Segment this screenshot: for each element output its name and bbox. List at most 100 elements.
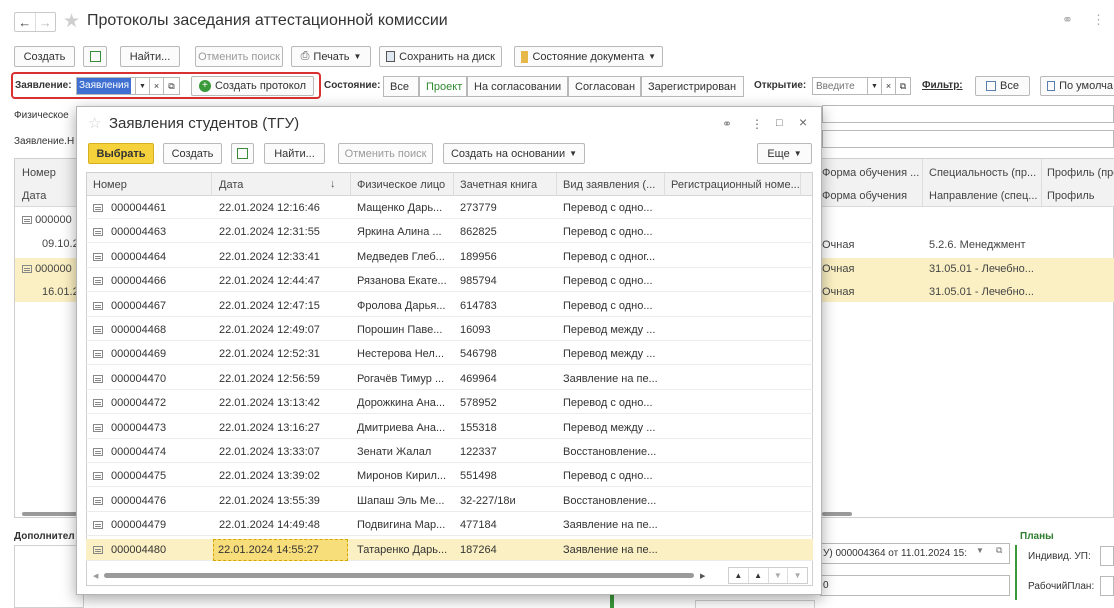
dialog-maximize-icon[interactable]: □ [776, 117, 783, 129]
create-button[interactable]: Создать [14, 46, 75, 67]
dialog-cell-date: 22.01.2024 13:39:02 [219, 470, 320, 483]
dialog-cell-date: 22.01.2024 13:55:39 [219, 494, 320, 507]
dialog-star-icon[interactable]: ☆ [88, 114, 101, 132]
dialog-row[interactable]: 000004474 22.01.2024 13:33:07 Зенати Жалал… [86, 441, 813, 463]
open-dropdown-button[interactable]: ▼ [868, 77, 882, 95]
create-based-button[interactable]: Создать на основании ▼ [443, 143, 585, 164]
dialog-copy-button[interactable] [231, 143, 254, 164]
filter-icon [986, 81, 997, 91]
col-regnum[interactable]: Регистрационный номе... [671, 179, 800, 191]
bg-header-form: Форма обучения ... [822, 167, 920, 179]
bg-header-number: Номер [22, 167, 56, 179]
dialog-hscrollbar[interactable] [104, 573, 694, 578]
doc-state-button[interactable]: Состояние документа ▼ [514, 46, 663, 67]
dialog-cell-type: Заявление на пе... [563, 519, 658, 532]
dialog-row[interactable]: 000004464 22.01.2024 12:33:41 Медведев Гле… [86, 246, 813, 268]
filter-all-button[interactable]: Все [975, 76, 1030, 96]
dialog-cell-person: Рязанова Екате... [357, 275, 447, 288]
state-project[interactable]: Проект [419, 76, 467, 97]
col-number[interactable]: Номер [93, 179, 127, 191]
copy-icon-button[interactable] [83, 46, 107, 67]
col-book[interactable]: Зачетная книга [460, 179, 537, 191]
bg-scrollbar[interactable] [22, 512, 82, 516]
back-button[interactable]: ← [15, 13, 36, 31]
doc-ref-dropdown[interactable]: ▼ [976, 546, 984, 555]
dialog-cell-person: Нестерова Нел... [357, 348, 445, 361]
dialog-row[interactable]: 000004463 22.01.2024 12:31:55 Яркина Алина… [86, 221, 813, 244]
dialog-row[interactable]: 000004468 22.01.2024 12:49:07 Порошин Паве… [86, 319, 813, 341]
dropdown-button[interactable]: ▼ [136, 77, 150, 95]
dialog-cancel-search-button[interactable]: Отменить поиск [338, 143, 433, 164]
dialog-row[interactable]: 000004469 22.01.2024 12:52:31 Нестерова Не… [86, 343, 813, 366]
dialog-cell-number: 000004469 [93, 343, 166, 365]
dialog-row[interactable]: 000004472 22.01.2024 13:13:42 Дорожкина Ан… [86, 392, 813, 415]
state-approved[interactable]: Согласован [568, 76, 641, 97]
doc-ref-link[interactable]: ⧉ [996, 545, 1002, 556]
dialog-row[interactable]: 000004470 22.01.2024 12:56:59 Рогачёв Тиму… [86, 368, 813, 390]
dialog-row[interactable]: 000004461 22.01.2024 12:16:46 Мащенко Дарь… [86, 197, 813, 219]
plans-work-field[interactable] [1100, 576, 1114, 596]
plans-ind-field[interactable] [1100, 546, 1114, 566]
state-label: Состояние: [324, 80, 381, 91]
filter-default-button[interactable]: По умолча [1040, 76, 1114, 96]
dialog-close-icon[interactable]: × [799, 114, 807, 130]
dialog-cell-person: Дорожкина Ана... [357, 397, 446, 410]
dialog-row[interactable]: 000004476 22.01.2024 13:55:39 Шапаш Эль Ме… [86, 490, 813, 512]
bg-input-right-2[interactable] [822, 130, 1114, 148]
bg-input-right-1[interactable] [822, 105, 1114, 123]
open-clear-button[interactable]: × [882, 77, 896, 95]
field-two[interactable]: 0 [820, 575, 1010, 596]
dialog-find-button[interactable]: Найти... [264, 143, 325, 164]
find-button[interactable]: Найти... [120, 46, 180, 67]
save-disk-button[interactable]: Сохранить на диск [379, 46, 502, 67]
forward-button[interactable]: → [36, 13, 56, 31]
link-icon[interactable]: ⚭ [1062, 12, 1073, 28]
select-button[interactable]: Выбрать [88, 143, 154, 164]
state-all[interactable]: Все [383, 76, 419, 97]
print-button[interactable]: ⎙ Печать ▼ [291, 46, 371, 67]
filter-label[interactable]: Фильтр: [922, 80, 963, 91]
favorite-star-icon[interactable]: ★ [63, 10, 80, 33]
document-row-icon [93, 301, 103, 310]
dialog-row[interactable]: 000004479 22.01.2024 14:49:48 Подвигина Ма… [86, 514, 813, 537]
dialog-scroll-right[interactable]: ▶ [700, 572, 705, 580]
dialog-row[interactable]: 000004467 22.01.2024 12:47:15 Фролова Дарь… [86, 295, 813, 317]
open-input[interactable] [812, 77, 868, 95]
bg-row-2-date: 16.01.2 [42, 286, 79, 298]
col-type[interactable]: Вид заявления (... [563, 179, 655, 191]
clear-button[interactable]: × [150, 77, 164, 95]
dialog-row[interactable]: 000004475 22.01.2024 13:39:02 Миронов Кири… [86, 465, 813, 488]
plans-title: Планы [1020, 531, 1054, 542]
zayavlenie-input[interactable]: Заявления [76, 77, 136, 95]
dialog-create-button[interactable]: Создать [163, 143, 222, 164]
dialog-cell-number: 000004463 [93, 221, 166, 243]
open-link-button[interactable]: ⧉ [896, 77, 911, 95]
last-page-icon[interactable]: ▼ [788, 568, 807, 583]
page-down-icon[interactable]: ▼ [769, 568, 789, 583]
dialog-row[interactable]: 000004473 22.01.2024 13:16:27 Дмитриева Ан… [86, 417, 813, 439]
document-row-icon [93, 350, 103, 359]
dialog-link-icon[interactable]: ⚭ [722, 117, 732, 131]
dialog-cell-person: Яркина Алина ... [357, 226, 442, 239]
dialog-cell-type: Восстановление... [563, 494, 657, 507]
page-up-icon[interactable]: ▲ [749, 568, 769, 583]
physical-person-label: Физическое [14, 110, 69, 121]
state-registered[interactable]: Зарегистрирован [641, 76, 744, 97]
first-page-icon[interactable]: ▲ [729, 568, 749, 583]
open-link-icon[interactable]: ⧉ [164, 77, 180, 95]
chevron-down-icon: ▼ [648, 52, 656, 61]
dialog-row[interactable]: 000004480 22.01.2024 14:55:27 Татаренко Да… [86, 538, 813, 561]
dialog-scroll-left[interactable]: ◀ [93, 572, 98, 580]
dialog-more-icon[interactable]: ⋮ [751, 117, 763, 131]
bg-row-1-number: 000000 [22, 214, 72, 226]
state-approval[interactable]: На согласовании [467, 76, 568, 97]
dialog-cell-book: 122337 [460, 446, 497, 458]
create-protocol-button[interactable]: + Создать протокол [191, 76, 314, 96]
col-person[interactable]: Физическое лицо [357, 179, 445, 191]
col-date[interactable]: Дата [219, 179, 243, 191]
more-vertical-icon[interactable]: ⋮ [1092, 12, 1105, 28]
bg-scrollbar-right[interactable] [822, 512, 852, 516]
dialog-row[interactable]: 000004466 22.01.2024 12:44:47 Рязанова Ека… [86, 270, 813, 293]
dialog-more-button[interactable]: Еще ▼ [757, 143, 812, 164]
cancel-search-button[interactable]: Отменить поиск [195, 46, 283, 67]
